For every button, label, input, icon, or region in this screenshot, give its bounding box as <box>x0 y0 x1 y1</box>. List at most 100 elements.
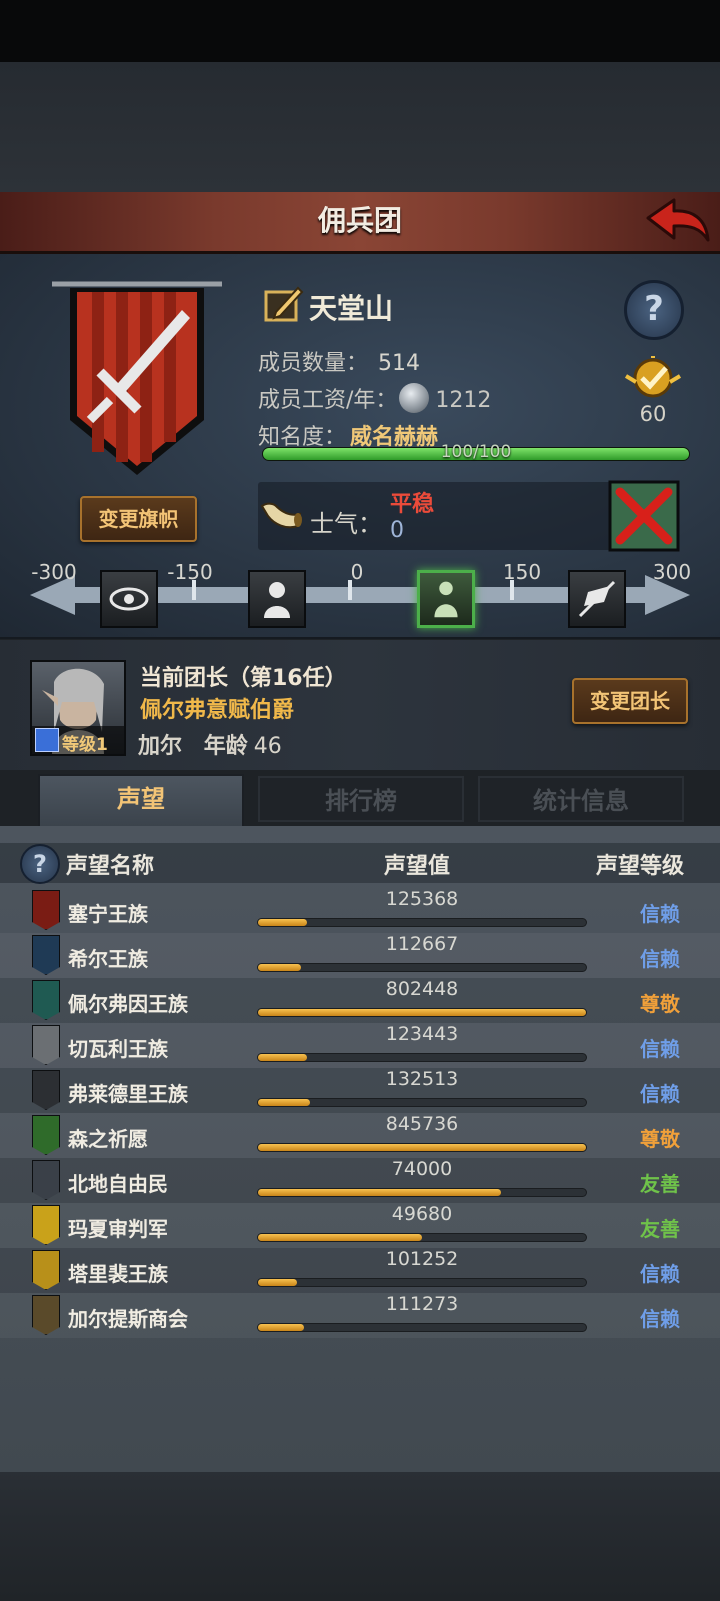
rank-value: 60 <box>639 402 667 426</box>
leader-age-label: 年龄 <box>203 734 248 759</box>
rank-badge-icon[interactable] <box>622 356 684 408</box>
status-bar-area <box>0 0 720 62</box>
reputation-bar-fill <box>258 1099 311 1106</box>
reputation-value: 125368 <box>385 888 459 910</box>
faction-name: 森之祈愿 <box>68 1127 148 1151</box>
disabled-map-icon[interactable] <box>608 480 680 552</box>
table-row[interactable]: 佩尔弗因王族 802448 尊敬 <box>0 978 720 1023</box>
guild-name: 天堂山 <box>309 292 394 325</box>
col-reputation-level: 声望等级 <box>596 854 685 879</box>
reputation-bar <box>257 1008 587 1017</box>
morale-label: 士气： <box>310 510 382 538</box>
faction-name: 加尔提斯商会 <box>68 1307 188 1331</box>
leader-age-value: 46 <box>253 734 282 759</box>
reputation-value: 101252 <box>385 1248 459 1270</box>
tab-ranking[interactable]: 排行榜 <box>258 776 464 822</box>
faction-name: 玛夏审判军 <box>68 1217 168 1241</box>
faction-icon <box>32 1070 60 1110</box>
table-row[interactable]: 弗莱德里王族 132513 信赖 <box>0 1068 720 1113</box>
edit-name-icon[interactable] <box>264 284 304 324</box>
reputation-bar-fill <box>258 1324 304 1331</box>
reputation-value: 74000 <box>391 1158 453 1180</box>
bottom-background <box>0 1472 720 1601</box>
leader-short-name: 加尔 <box>138 734 183 759</box>
morale-tier-banner-icon[interactable] <box>568 570 626 628</box>
table-row[interactable]: 森之祈愿 845736 尊敬 <box>0 1113 720 1158</box>
reputation-bar-fill <box>258 1234 422 1241</box>
help-button[interactable]: ? <box>624 280 684 340</box>
morale-value: 0 <box>390 518 404 543</box>
faction-icon <box>32 1295 60 1335</box>
col-reputation-value: 声望值 <box>384 854 451 879</box>
reputation-bar-fill <box>258 1279 298 1286</box>
member-salary: 成员工资/年： 1212 <box>258 382 491 414</box>
change-flag-button[interactable]: 变更旗帜 <box>80 496 197 542</box>
reputation-bar <box>257 918 587 927</box>
reputation-value: 845736 <box>385 1113 459 1135</box>
reputation-value: 49680 <box>391 1203 453 1225</box>
faction-icon <box>32 1250 60 1290</box>
scale-label-minus300: -300 <box>31 560 77 584</box>
faction-name: 塞宁王族 <box>68 902 148 926</box>
morale-tier-eye-icon[interactable] <box>100 570 158 628</box>
silver-coin-icon <box>399 383 430 413</box>
reputation-value: 112667 <box>385 933 459 955</box>
reputation-bar-fill <box>258 1054 308 1061</box>
reputation-bar <box>257 1323 587 1332</box>
reputation-level: 信赖 <box>640 947 680 971</box>
reputation-level: 友善 <box>640 1217 680 1241</box>
table-row[interactable]: 塞宁王族 125368 信赖 <box>0 888 720 933</box>
scale-label-300: 300 <box>652 560 692 584</box>
page-title: 佣兵团 <box>317 204 402 237</box>
table-row[interactable]: 塔里裴王族 101252 信赖 <box>0 1248 720 1293</box>
leader-info: 加尔 年龄 46 <box>138 728 282 760</box>
leader-name: 佩尔弗意赋伯爵 <box>140 698 295 723</box>
reputation-bar <box>257 1098 587 1107</box>
tab-statistics[interactable]: 统计信息 <box>478 776 684 822</box>
table-row[interactable]: 切瓦利王族 123443 信赖 <box>0 1023 720 1068</box>
reputation-level: 尊敬 <box>640 992 680 1016</box>
table-row[interactable]: 加尔提斯商会 111273 信赖 <box>0 1293 720 1338</box>
faction-icon <box>32 1160 60 1200</box>
reputation-level: 信赖 <box>640 1082 680 1106</box>
morale-tier-despair-icon[interactable] <box>248 570 306 628</box>
tab-reputation[interactable]: 声望 <box>38 774 244 826</box>
member-count-value: 514 <box>378 351 421 376</box>
reputation-help-button[interactable]: ? <box>20 844 60 884</box>
scale-label-150: 150 <box>502 560 542 584</box>
faction-icon <box>32 1205 60 1245</box>
faction-name: 切瓦利王族 <box>68 1037 168 1061</box>
horn-icon <box>260 502 302 529</box>
reputation-value: 123443 <box>385 1023 459 1045</box>
faction-name: 塔里裴王族 <box>68 1262 168 1286</box>
faction-icon <box>32 890 60 930</box>
leader-title: 当前团长（第16任） <box>140 666 347 691</box>
faction-icon <box>32 1115 60 1155</box>
reputation-bar <box>257 963 587 972</box>
reputation-bar <box>257 1278 587 1287</box>
reputation-bar-fill <box>258 919 308 926</box>
reputation-level: 信赖 <box>640 1262 680 1286</box>
reputation-level: 信赖 <box>640 1307 680 1331</box>
table-row[interactable]: 希尔王族 112667 信赖 <box>0 933 720 978</box>
reputation-value: 802448 <box>385 978 459 1000</box>
change-leader-button[interactable]: 变更团长 <box>572 678 688 724</box>
faction-name: 希尔王族 <box>68 947 148 971</box>
faction-name: 北地自由民 <box>68 1172 168 1196</box>
reputation-level: 信赖 <box>640 902 680 926</box>
top-background <box>0 62 720 192</box>
morale-tier-calm-icon[interactable] <box>417 570 475 628</box>
reputation-bar <box>257 1053 587 1062</box>
faction-icon <box>32 1025 60 1065</box>
scale-label-minus150: -150 <box>167 560 213 584</box>
sword-class-icon <box>35 728 59 752</box>
reputation-level: 尊敬 <box>640 1127 680 1151</box>
faction-icon <box>32 980 60 1020</box>
table-row[interactable]: 北地自由民 74000 友善 <box>0 1158 720 1203</box>
faction-icon <box>32 935 60 975</box>
back-arrow-icon[interactable] <box>644 198 712 246</box>
reputation-bar <box>257 1143 587 1152</box>
reputation-bar-fill <box>258 964 301 971</box>
reputation-value: 132513 <box>385 1068 459 1090</box>
table-row[interactable]: 玛夏审判军 49680 友善 <box>0 1203 720 1248</box>
